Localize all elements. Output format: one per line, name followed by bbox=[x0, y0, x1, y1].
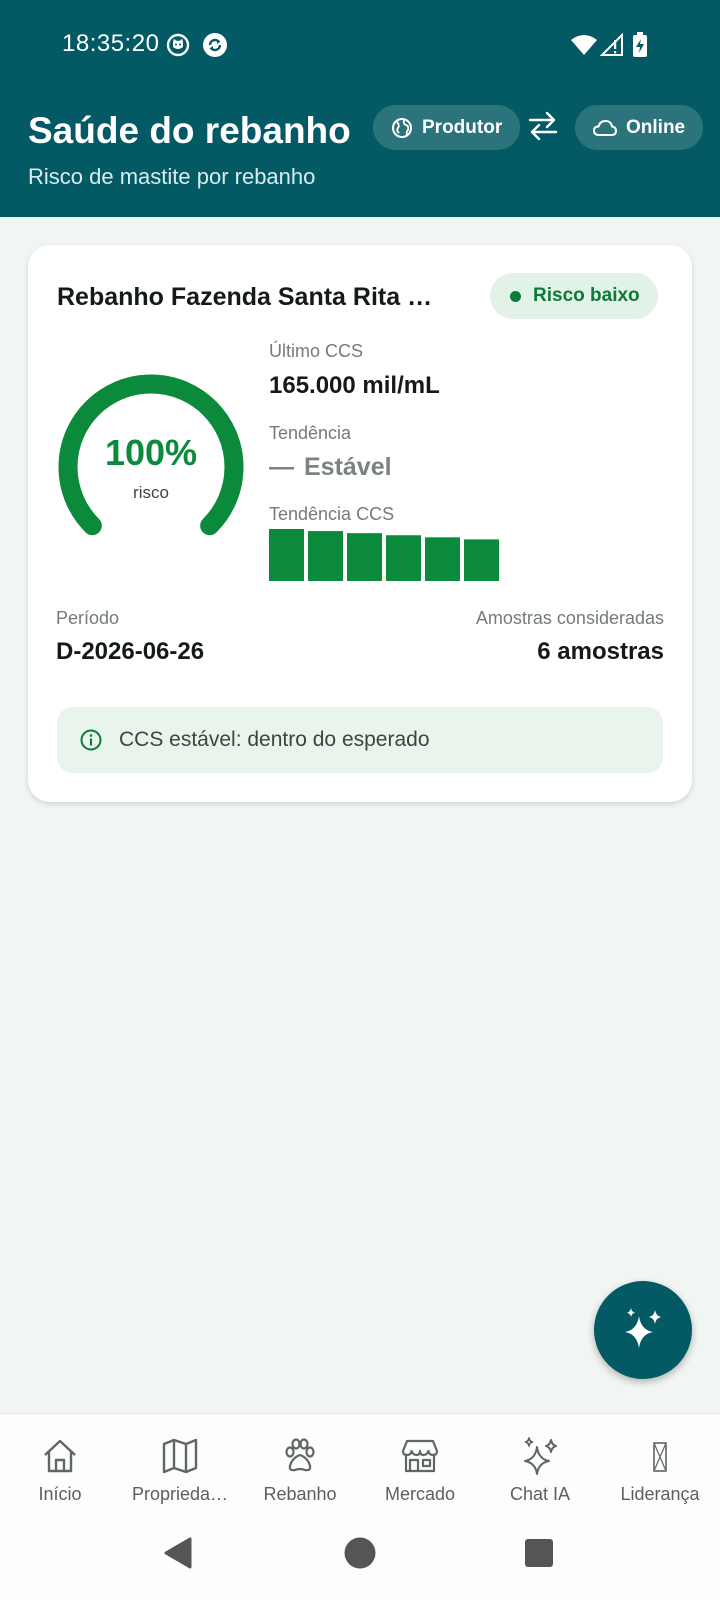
battery-charging-icon bbox=[633, 32, 647, 57]
cloud-icon bbox=[593, 119, 617, 136]
ccs-trend-bar bbox=[269, 529, 304, 581]
gauge-percent: 100% bbox=[104, 432, 198, 473]
app-header: 18:35:20 Saúde do rebanho Risco de masti… bbox=[0, 0, 720, 217]
tendencia-ccs-label: Tendência CCS bbox=[269, 504, 395, 524]
home-icon bbox=[44, 1439, 76, 1473]
ccs-trend-bar bbox=[386, 535, 421, 581]
globe-icon bbox=[392, 117, 412, 138]
page-title: Saúde do rebanho bbox=[28, 110, 351, 151]
wifi-icon bbox=[571, 35, 597, 55]
sparkles-icon bbox=[625, 1308, 661, 1348]
risk-badge: Risco baixo bbox=[490, 273, 658, 319]
periodo-value: D-2026-06-26 bbox=[56, 638, 205, 665]
ccs-trend-bar bbox=[308, 531, 343, 581]
ccs-trend-bar bbox=[464, 539, 499, 581]
nav-propriedades[interactable]: Proprieda… bbox=[120, 1414, 240, 1511]
trend-flat-icon: — bbox=[269, 453, 294, 481]
profile-chip[interactable]: Produtor bbox=[373, 105, 521, 150]
online-status-label: Online bbox=[626, 116, 686, 138]
amostras-label: Amostras consideradas bbox=[475, 608, 664, 628]
nav-lideranca[interactable]: Liderança bbox=[600, 1414, 720, 1511]
map-icon bbox=[162, 1438, 198, 1474]
status-clock: 18:35:20 bbox=[62, 30, 160, 57]
system-navigation-bar bbox=[0, 1510, 720, 1600]
page-subtitle: Risco de mastite por rebanho bbox=[28, 164, 316, 189]
info-text: CCS estável: dentro do esperado bbox=[119, 728, 430, 751]
nav-label: Liderança bbox=[620, 1484, 700, 1504]
status-bar: 18:35:20 bbox=[0, 0, 720, 90]
periodo-label: Período bbox=[56, 608, 120, 628]
recents-icon[interactable] bbox=[522, 1536, 556, 1570]
nav-rebanho[interactable]: Rebanho bbox=[240, 1414, 360, 1511]
gauge-label: risco bbox=[133, 483, 169, 502]
sync-app-icon bbox=[203, 33, 227, 57]
herd-name: Rebanho Fazenda Santa Rita — … bbox=[57, 283, 447, 311]
nav-mercado[interactable]: Mercado bbox=[360, 1414, 480, 1511]
paw-icon bbox=[285, 1438, 315, 1472]
risk-dot bbox=[510, 290, 521, 302]
amostras-value: 6 amostras bbox=[537, 638, 664, 665]
nav-label: Início bbox=[38, 1484, 82, 1504]
ccs-trend-bar bbox=[347, 533, 382, 581]
tendencia-label: Tendência bbox=[269, 423, 352, 443]
ultimo-ccs-value: 165.000 mil/mL bbox=[269, 372, 440, 399]
store-icon bbox=[401, 1439, 439, 1473]
nav-label: Chat IA bbox=[509, 1484, 571, 1504]
cell-signal-icon bbox=[600, 32, 623, 56]
tendencia-value-row: — Estável bbox=[269, 453, 392, 482]
cat-notification-icon bbox=[166, 33, 190, 57]
nav-chat-ia[interactable]: Chat IA bbox=[480, 1414, 600, 1511]
info-banner: CCS estável: dentro do esperado bbox=[57, 707, 663, 773]
nav-label: Rebanho bbox=[263, 1484, 337, 1504]
ccs-trend-bar bbox=[425, 537, 460, 581]
ccs-trend-chart bbox=[269, 529, 499, 581]
bottom-navigation: Início Proprieda… Rebanho Mercado Chat I… bbox=[0, 1413, 720, 1510]
herd-risk-card[interactable]: Rebanho Fazenda Santa Rita — … Risco bai… bbox=[28, 245, 692, 802]
nav-label: Proprieda… bbox=[131, 1484, 229, 1504]
nav-label: Mercado bbox=[384, 1484, 456, 1504]
nav-inicio[interactable]: Início bbox=[0, 1414, 120, 1511]
tendencia-value: Estável bbox=[304, 453, 392, 481]
ai-assistant-fab[interactable] bbox=[594, 1281, 692, 1379]
profile-chip-label: Produtor bbox=[422, 116, 503, 138]
home-circle-icon[interactable] bbox=[343, 1536, 377, 1570]
back-icon[interactable] bbox=[162, 1536, 196, 1570]
missing-glyph-icon bbox=[653, 1442, 667, 1472]
online-status-chip[interactable]: Online bbox=[575, 105, 704, 150]
swap-arrows-icon[interactable] bbox=[527, 108, 559, 144]
sparkles-icon bbox=[524, 1437, 557, 1475]
risk-badge-label: Risco baixo bbox=[533, 285, 640, 306]
info-icon bbox=[80, 729, 102, 751]
ultimo-ccs-label: Último CCS bbox=[269, 341, 364, 361]
